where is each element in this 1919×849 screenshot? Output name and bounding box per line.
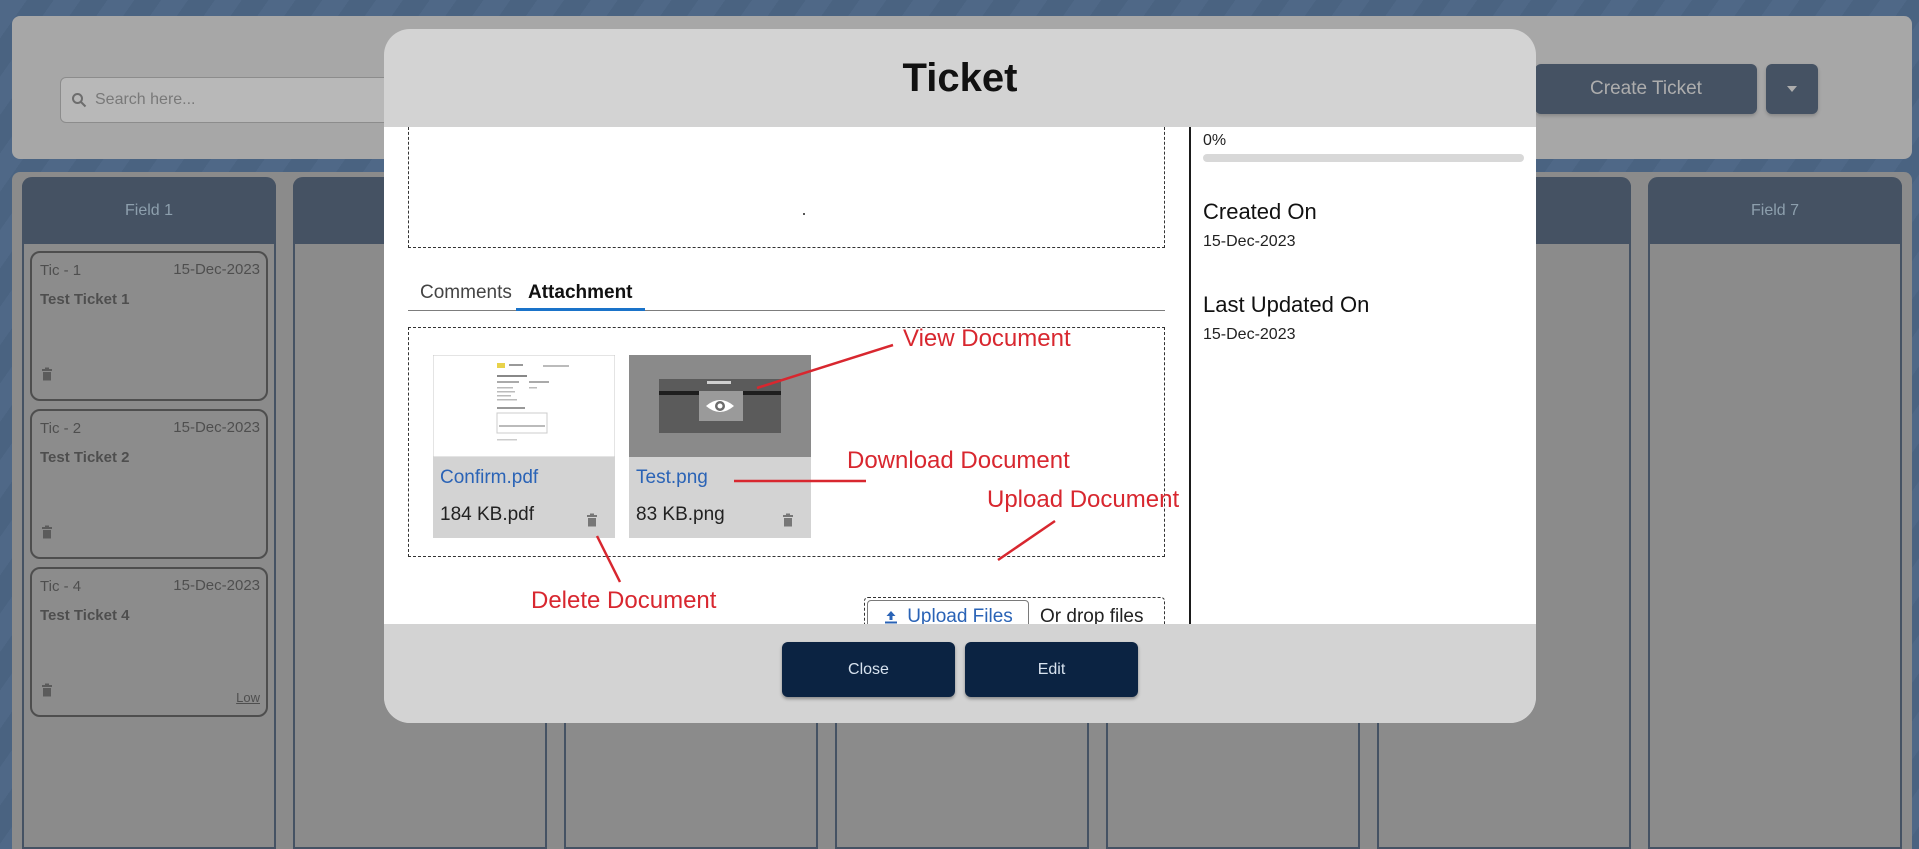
attachment-size: 184 KB.pdf <box>440 504 535 525</box>
attachment-item[interactable]: Test.png 83 KB.png <box>629 355 811 538</box>
attachment-name-link[interactable]: Test.png <box>636 467 708 489</box>
annotation-download-document: Download Document <box>847 447 1070 474</box>
progress-label: 0% <box>1203 132 1227 149</box>
last-updated-label: Last Updated On <box>1203 292 1370 317</box>
annotation-delete-document: Delete Document <box>531 587 717 614</box>
ticket-modal: Ticket Comments Attachment Confirm.pdf 1… <box>384 29 1536 723</box>
ticket-details-pane: Comments Attachment Confirm.pdf 184 KB.p… <box>384 127 1189 637</box>
created-on-value: 15-Dec-2023 <box>1203 233 1296 250</box>
pdf-thumbnail[interactable] <box>432 354 616 458</box>
annotation-upload-document: Upload Document <box>987 486 1180 513</box>
attachment-item[interactable]: Confirm.pdf 184 KB.pdf <box>432 354 616 538</box>
created-on-label: Created On <box>1203 199 1317 224</box>
description-box[interactable] <box>408 127 1165 248</box>
detail-tabs: Comments Attachment <box>408 281 1165 311</box>
attachment-name-link[interactable]: Confirm.pdf <box>440 467 538 489</box>
trash-icon[interactable] <box>585 513 599 527</box>
description-dot <box>803 213 805 215</box>
last-updated-value: 15-Dec-2023 <box>1203 326 1296 343</box>
modal-footer: Close Edit <box>384 624 1536 723</box>
ticket-meta-pane: 0% Created On 15-Dec-2023 Last Updated O… <box>1191 127 1536 624</box>
progress-bar <box>1203 154 1524 162</box>
close-button[interactable]: Close <box>782 642 955 697</box>
edit-button[interactable]: Edit <box>965 642 1138 697</box>
annotation-view-document: View Document <box>903 325 1071 352</box>
tab-comments[interactable]: Comments <box>420 281 512 311</box>
trash-icon[interactable] <box>781 513 795 527</box>
image-thumbnail[interactable] <box>629 355 811 457</box>
attachment-list: Confirm.pdf 184 KB.pdf Test.png 83 KB.pn… <box>408 327 1165 557</box>
modal-title: Ticket <box>902 55 1018 100</box>
attachment-size: 83 KB.png <box>636 504 725 525</box>
tab-attachment[interactable]: Attachment <box>516 281 645 311</box>
modal-body: Comments Attachment Confirm.pdf 184 KB.p… <box>384 127 1536 637</box>
upload-icon <box>885 611 898 624</box>
